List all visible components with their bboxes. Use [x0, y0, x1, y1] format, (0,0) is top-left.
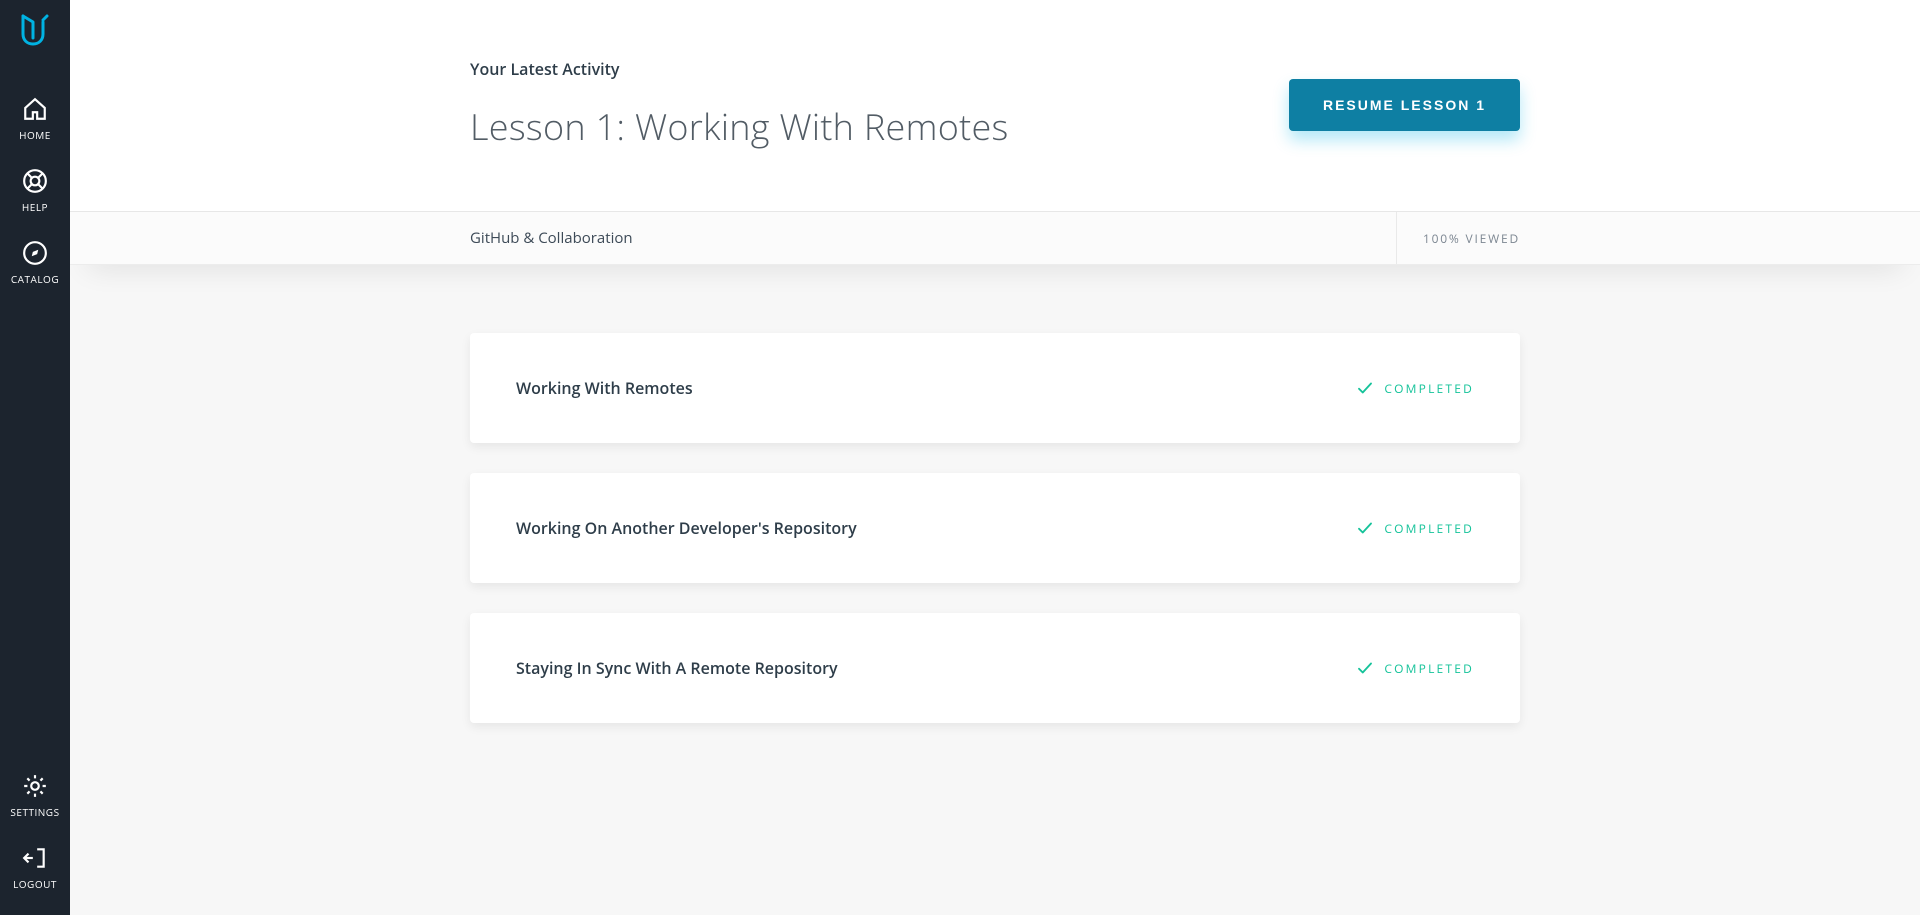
lesson-card-title: Working On Another Developer's Repositor…: [516, 517, 857, 539]
lesson-card-title: Working With Remotes: [516, 377, 693, 399]
lesson-status-text: COMPLETED: [1384, 380, 1474, 397]
lesson-status-text: COMPLETED: [1384, 660, 1474, 677]
subheader-inner: GitHub & Collaboration 100% VIEWED: [470, 212, 1520, 264]
main: Your Latest Activity Lesson 1: Working W…: [70, 0, 1920, 915]
lesson-status: COMPLETED: [1356, 519, 1474, 537]
hero: Your Latest Activity Lesson 1: Working W…: [70, 0, 1920, 212]
lesson-status-text: COMPLETED: [1384, 520, 1474, 537]
nav-logout-label: LOGOUT: [13, 877, 57, 891]
udacity-logo[interactable]: [18, 14, 52, 58]
home-icon: [22, 96, 48, 122]
lesson-card-title: Staying In Sync With A Remote Repository: [516, 657, 838, 679]
nav-catalog[interactable]: CATALOG: [0, 226, 70, 298]
sidebar: HOME HELP CATALOG: [0, 0, 70, 915]
nav-settings[interactable]: SETTINGS: [0, 759, 70, 831]
hero-inner: Your Latest Activity Lesson 1: Working W…: [470, 58, 1520, 151]
nav-home[interactable]: HOME: [0, 82, 70, 154]
lesson-status: COMPLETED: [1356, 379, 1474, 397]
nav-home-label: HOME: [19, 128, 51, 142]
lesson-card[interactable]: Working On Another Developer's Repositor…: [470, 473, 1520, 583]
nav-logout[interactable]: LOGOUT: [0, 831, 70, 903]
nav-help[interactable]: HELP: [0, 154, 70, 226]
lessons-area: Working With Remotes COMPLETED Working O…: [470, 265, 1520, 915]
nav-group-top: HOME HELP CATALOG: [0, 82, 70, 298]
hero-text: Your Latest Activity Lesson 1: Working W…: [470, 58, 1009, 151]
nav-settings-label: SETTINGS: [10, 805, 59, 819]
resume-lesson-button[interactable]: RESUME LESSON 1: [1289, 79, 1520, 131]
lesson-card[interactable]: Working With Remotes COMPLETED: [470, 333, 1520, 443]
nav-group-bottom: SETTINGS LOGOUT: [0, 759, 70, 903]
lesson-card[interactable]: Staying In Sync With A Remote Repository…: [470, 613, 1520, 723]
compass-icon: [22, 240, 48, 266]
udacity-logo-icon: [19, 14, 51, 46]
course-name: GitHub & Collaboration: [470, 228, 633, 248]
viewed-percentage: 100% VIEWED: [1423, 230, 1520, 247]
checkmark-icon: [1356, 379, 1374, 397]
subheader: GitHub & Collaboration 100% VIEWED: [70, 212, 1920, 265]
checkmark-icon: [1356, 659, 1374, 677]
checkmark-icon: [1356, 519, 1374, 537]
latest-activity-label: Your Latest Activity: [470, 58, 1009, 80]
lesson-title: Lesson 1: Working With Remotes: [470, 102, 1009, 151]
logout-icon: [22, 845, 48, 871]
lesson-status: COMPLETED: [1356, 659, 1474, 677]
help-icon: [22, 168, 48, 194]
nav-catalog-label: CATALOG: [11, 272, 59, 286]
viewed-wrap: 100% VIEWED: [1396, 212, 1520, 264]
nav-help-label: HELP: [22, 200, 48, 214]
gear-icon: [22, 773, 48, 799]
